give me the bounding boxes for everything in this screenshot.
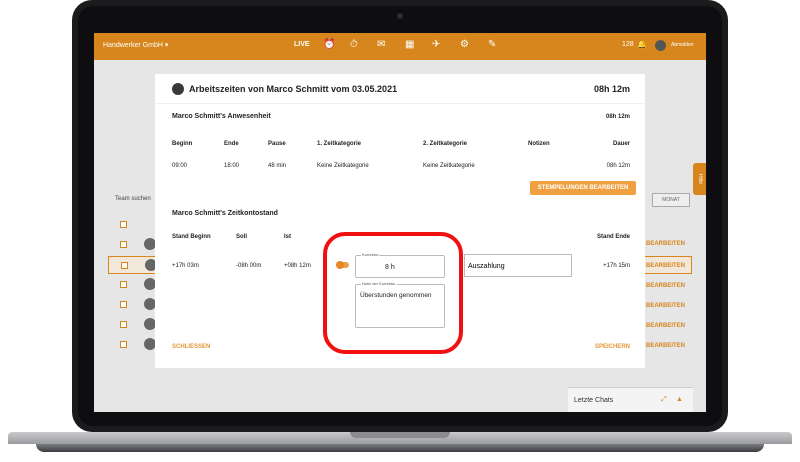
cell-category-1: Keine Zeitkategorie: [317, 163, 369, 169]
highlight-ring: [323, 232, 463, 354]
chevron-up-icon[interactable]: ▲: [676, 396, 683, 403]
save-button[interactable]: SPEICHERN: [595, 344, 630, 350]
account-heading: Marco Schmitt's Zeitkontostand: [172, 210, 278, 217]
row-checkbox[interactable]: [120, 241, 127, 248]
chat-icon[interactable]: ✎: [488, 39, 496, 51]
stopwatch-icon[interactable]: ⏱: [350, 39, 358, 51]
cell-soll: -08h 00m: [236, 263, 262, 269]
header-ist: Ist: [284, 234, 292, 240]
header-duration: Dauer: [612, 141, 630, 147]
monat-button[interactable]: MONAT: [652, 193, 690, 207]
header-soll: Soll: [236, 234, 248, 240]
team-search-label: Team suchen: [115, 196, 151, 202]
company-switcher[interactable]: Handwerker GmbH ▾: [103, 41, 168, 49]
avatar[interactable]: [655, 40, 666, 51]
row-checkbox[interactable]: [120, 321, 127, 328]
notification-count: 128: [622, 41, 634, 48]
close-button[interactable]: SCHLIESSEN: [172, 344, 210, 350]
presence-heading: Marco Schmitt's Anwesenheit: [172, 113, 271, 120]
cell-beginn: 09:00: [172, 163, 188, 169]
avatar: [172, 83, 184, 95]
presence-total: 08h 12m: [605, 114, 630, 120]
laptop-base: [0, 432, 800, 462]
edit-link[interactable]: BEARBEITEN: [646, 343, 685, 349]
auszahlung-field[interactable]: Auszahlung: [464, 254, 572, 277]
camera-icon: [397, 13, 403, 19]
work-time-modal: Arbeitszeiten von Marco Schmitt vom 03.0…: [155, 74, 645, 368]
cell-duration: 08h 12m: [606, 163, 630, 169]
help-side-tab[interactable]: Hilfe: [693, 163, 706, 195]
envelope-icon[interactable]: ✉: [377, 39, 385, 51]
header-category-1: 1. Zeitkategorie: [317, 141, 362, 147]
logout-link[interactable]: Abmelden: [671, 42, 694, 48]
bell-icon[interactable]: 🔔: [637, 40, 647, 49]
modal-total-hours: 08h 12m: [593, 84, 630, 94]
cell-ist: +08h 12m: [284, 263, 311, 269]
cell-pause: 48 min: [268, 163, 287, 169]
cell-ende: 18:00: [224, 163, 240, 169]
chats-label: Letzte Chats: [574, 397, 614, 404]
row-checkbox[interactable]: [120, 301, 127, 308]
header-ende: Ende: [224, 141, 239, 147]
header-notes: Notizen: [528, 141, 550, 147]
header-stand-beginn: Stand Beginn: [172, 234, 211, 240]
cell-stand-ende: +17h 15m: [603, 263, 630, 269]
row-checkbox[interactable]: [121, 262, 128, 269]
header-stand-ende: Stand Ende: [596, 234, 630, 240]
row-checkbox[interactable]: [120, 221, 127, 228]
row-checkbox[interactable]: [120, 341, 127, 348]
gear-icon[interactable]: ⚙: [460, 39, 469, 51]
cell-stand-beginn: +17h 03m: [172, 263, 199, 269]
plane-icon[interactable]: ✈: [432, 39, 440, 51]
row-checkbox[interactable]: [120, 281, 127, 288]
header-category-2: 2. Zeitkategorie: [423, 141, 468, 147]
clock-icon[interactable]: ⏰: [323, 39, 335, 51]
edit-link[interactable]: BEARBEITEN: [646, 263, 685, 269]
chats-panel[interactable]: Letzte Chats ⤢ ▲: [568, 387, 693, 412]
edit-link[interactable]: BEARBEITEN: [646, 303, 685, 309]
header-pause: Pause: [268, 141, 286, 147]
modal-title: Arbeitszeiten von Marco Schmitt vom 03.0…: [189, 84, 398, 94]
top-bar: Handwerker GmbH ▾ LIVE ⏰ ⏱ ✉ ▦ ✈ ⚙ ✎ 128…: [94, 33, 706, 60]
expand-icon[interactable]: ⤢: [661, 396, 667, 404]
edit-stamps-button[interactable]: STEMPELUNGEN BEARBEITEN: [530, 181, 636, 195]
app-screen: Handwerker GmbH ▾ LIVE ⏰ ⏱ ✉ ▦ ✈ ⚙ ✎ 128…: [94, 33, 706, 412]
header-beginn: Beginn: [172, 141, 193, 147]
edit-link[interactable]: BEARBEITEN: [646, 323, 685, 329]
live-link[interactable]: LIVE: [294, 41, 310, 48]
divider: [155, 103, 645, 104]
edit-link[interactable]: BEARBEITEN: [646, 241, 685, 247]
cell-category-2: Keine Zeitkategorie: [423, 163, 475, 169]
edit-link[interactable]: BEARBEITEN: [646, 283, 685, 289]
calendar-icon[interactable]: ▦: [405, 39, 414, 51]
